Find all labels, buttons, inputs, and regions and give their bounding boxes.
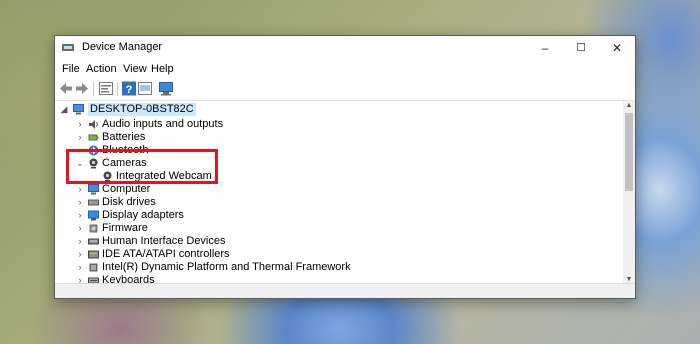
menu-help[interactable]: Help <box>151 63 174 75</box>
menu-bar: File Action View Help <box>55 60 635 78</box>
minimize-button[interactable]: – <box>527 36 563 60</box>
expand-arrow-icon[interactable]: › <box>75 209 85 222</box>
device-manager-icon <box>62 44 74 51</box>
menu-view[interactable]: View <box>123 63 147 75</box>
window-title: Device Manager <box>82 41 163 53</box>
highlight-box <box>66 149 218 184</box>
update-driver-icon[interactable] <box>137 81 153 96</box>
expand-arrow-icon[interactable]: › <box>75 131 85 144</box>
scroll-up-icon[interactable]: ▲ <box>623 102 635 109</box>
tree-item-label: Human Interface Devices <box>102 235 226 247</box>
expand-arrow-icon[interactable]: › <box>75 196 85 209</box>
expand-arrow-icon[interactable]: › <box>75 248 85 261</box>
scroll-down-icon[interactable]: ▼ <box>623 276 635 283</box>
status-bar <box>55 283 635 298</box>
expand-arrow-icon[interactable]: › <box>75 183 85 196</box>
menu-file[interactable]: File <box>62 63 80 75</box>
toolbar-separator <box>117 82 118 96</box>
expand-arrow-icon[interactable]: › <box>75 222 85 235</box>
tree-item-label: Intel(R) Dynamic Platform and Thermal Fr… <box>102 261 351 273</box>
tree-item-label: Firmware <box>102 222 148 234</box>
toolbar-separator <box>93 82 94 96</box>
title-bar[interactable]: Device Manager – ☐ ✕ <box>55 36 635 60</box>
properties-icon[interactable] <box>98 81 114 96</box>
tree-item-label: Audio inputs and outputs <box>102 118 224 130</box>
maximize-button[interactable]: ☐ <box>563 36 599 60</box>
collapse-arrow-icon[interactable]: ◢ <box>59 103 69 116</box>
toolbar: ? <box>55 78 635 101</box>
forward-icon[interactable] <box>74 81 90 96</box>
hid-icon <box>88 238 99 245</box>
computer-icon <box>73 104 84 115</box>
help-icon[interactable]: ? <box>121 81 137 96</box>
tree-root-label: DESKTOP-0BST82C <box>88 103 196 116</box>
expand-arrow-icon[interactable]: › <box>75 118 85 131</box>
back-icon[interactable] <box>58 81 74 96</box>
tree-item-label: IDE ATA/ATAPI controllers <box>102 248 230 260</box>
menu-action[interactable]: Action <box>86 63 117 75</box>
tree-item-label: Disk drives <box>102 196 156 208</box>
firmware-icon <box>89 224 98 233</box>
speaker-icon <box>89 120 98 129</box>
tree-item-label: Batteries <box>102 131 146 143</box>
close-button[interactable]: ✕ <box>599 36 635 60</box>
computer-icon <box>88 184 99 195</box>
scrollbar-thumb[interactable] <box>625 113 633 191</box>
device-tree: ◢ DESKTOP-0BST82C › Audio inputs and out… <box>55 101 621 284</box>
battery-icon <box>88 134 99 141</box>
expand-arrow-icon[interactable]: › <box>75 235 85 248</box>
tree-item-label: Display adapters <box>102 209 184 221</box>
display-icon <box>88 210 99 221</box>
tree-item-label: Computer <box>102 183 151 195</box>
svg-text:?: ? <box>126 84 133 96</box>
disk-icon <box>88 199 99 206</box>
chip-icon <box>89 263 98 272</box>
expand-arrow-icon[interactable]: › <box>75 261 85 274</box>
vertical-scrollbar[interactable]: ▲ ▼ <box>623 101 635 284</box>
scan-hardware-icon[interactable] <box>158 81 174 96</box>
ide-icon <box>88 250 99 259</box>
